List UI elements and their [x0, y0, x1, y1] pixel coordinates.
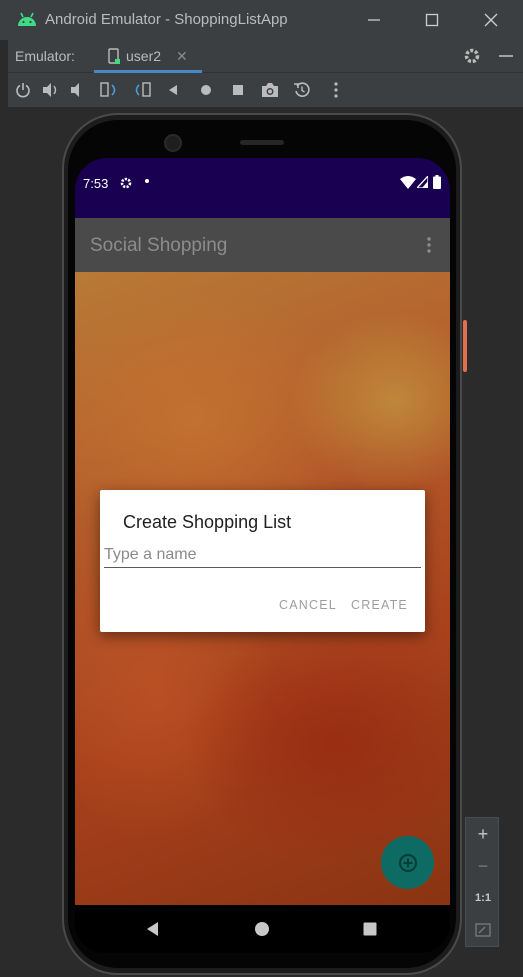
app-title: Social Shopping	[90, 235, 228, 256]
window-titlebar: Android Emulator - ShoppingListApp	[0, 0, 523, 40]
snapshot-button[interactable]	[290, 78, 314, 102]
zoom-out-button[interactable]: −	[466, 851, 500, 881]
device-icon	[108, 48, 120, 64]
overview-icon	[233, 85, 243, 95]
app-bar: Social Shopping	[75, 218, 450, 272]
status-bar: 7:53	[75, 158, 450, 218]
back-triangle-icon	[147, 922, 158, 936]
volume-down-button[interactable]	[66, 78, 90, 102]
minimize-icon	[368, 19, 380, 21]
add-circle-icon	[398, 853, 417, 872]
rotate-right-button[interactable]	[130, 78, 154, 102]
home-button[interactable]	[194, 78, 218, 102]
tab-label: user2	[126, 48, 162, 64]
fit-screen-icon	[475, 923, 491, 937]
maximize-icon	[425, 13, 439, 27]
window-title: Android Emulator - ShoppingListApp	[45, 11, 288, 28]
create-list-dialog: Create Shopping List CANCEL CREATE	[100, 490, 425, 632]
more-vert-icon	[334, 82, 338, 98]
rotate-right-icon	[135, 82, 151, 97]
tab-user2[interactable]: user2 ✕	[94, 40, 202, 73]
nav-back-button[interactable]	[143, 919, 163, 939]
volume-down-icon	[71, 83, 79, 97]
settings-button[interactable]	[462, 46, 482, 66]
navigation-bar	[75, 905, 450, 953]
fit-screen-button[interactable]	[466, 915, 500, 945]
back-icon	[169, 85, 177, 95]
front-camera	[164, 134, 182, 152]
camera-icon	[262, 83, 278, 97]
volume-up-button[interactable]	[39, 78, 63, 102]
maximize-button[interactable]	[417, 8, 447, 32]
replay-icon	[294, 82, 310, 97]
earpiece-speaker	[240, 140, 284, 145]
side-button[interactable]	[463, 320, 467, 372]
nav-recents-button[interactable]	[360, 919, 380, 939]
add-list-fab[interactable]	[381, 836, 434, 889]
more-button[interactable]	[324, 78, 348, 102]
settings-status-icon	[120, 177, 132, 189]
android-icon	[18, 12, 36, 26]
rotate-left-icon	[100, 82, 116, 97]
zoom-panel: + − 1:1	[465, 817, 499, 947]
signal-icon	[417, 176, 428, 188]
close-icon	[484, 13, 498, 27]
home-icon	[201, 85, 211, 95]
list-name-input[interactable]	[104, 542, 421, 568]
dialog-title: Create Shopping List	[123, 512, 292, 532]
create-button[interactable]: CREATE	[351, 598, 408, 612]
volume-up-icon	[43, 83, 57, 97]
status-time: 7:53	[83, 176, 109, 191]
home-circle-icon	[255, 922, 269, 936]
emulator-label: Emulator:	[15, 48, 75, 64]
power-button[interactable]	[11, 78, 35, 102]
overview-button[interactable]	[226, 78, 250, 102]
tab-close-icon[interactable]: ✕	[176, 48, 188, 65]
recents-square-icon	[363, 922, 377, 936]
notification-dot-icon	[145, 179, 149, 183]
hide-panel-button[interactable]	[496, 46, 516, 66]
power-icon	[16, 83, 30, 98]
back-button[interactable]	[161, 78, 185, 102]
cancel-button[interactable]: CANCEL	[279, 598, 337, 612]
actual-size-button[interactable]: 1:1	[466, 883, 500, 913]
rotate-left-button[interactable]	[97, 78, 121, 102]
minimize-button[interactable]	[359, 8, 389, 32]
emulator-window: Android Emulator - ShoppingListApp Emula…	[0, 0, 523, 977]
emulator-tabbar: Emulator: user2 ✕	[8, 40, 523, 73]
more-vert-icon	[427, 237, 431, 253]
minus-icon	[499, 55, 513, 57]
emulator-toolbar	[8, 74, 523, 106]
editor-gutter	[0, 40, 8, 977]
overflow-menu-button[interactable]	[419, 234, 439, 256]
zoom-in-button[interactable]: +	[466, 819, 500, 849]
gear-icon	[464, 48, 480, 64]
battery-icon	[433, 175, 441, 189]
close-button[interactable]	[476, 8, 506, 32]
nav-home-button[interactable]	[252, 919, 272, 939]
wifi-icon	[400, 176, 416, 189]
screenshot-button[interactable]	[258, 78, 282, 102]
